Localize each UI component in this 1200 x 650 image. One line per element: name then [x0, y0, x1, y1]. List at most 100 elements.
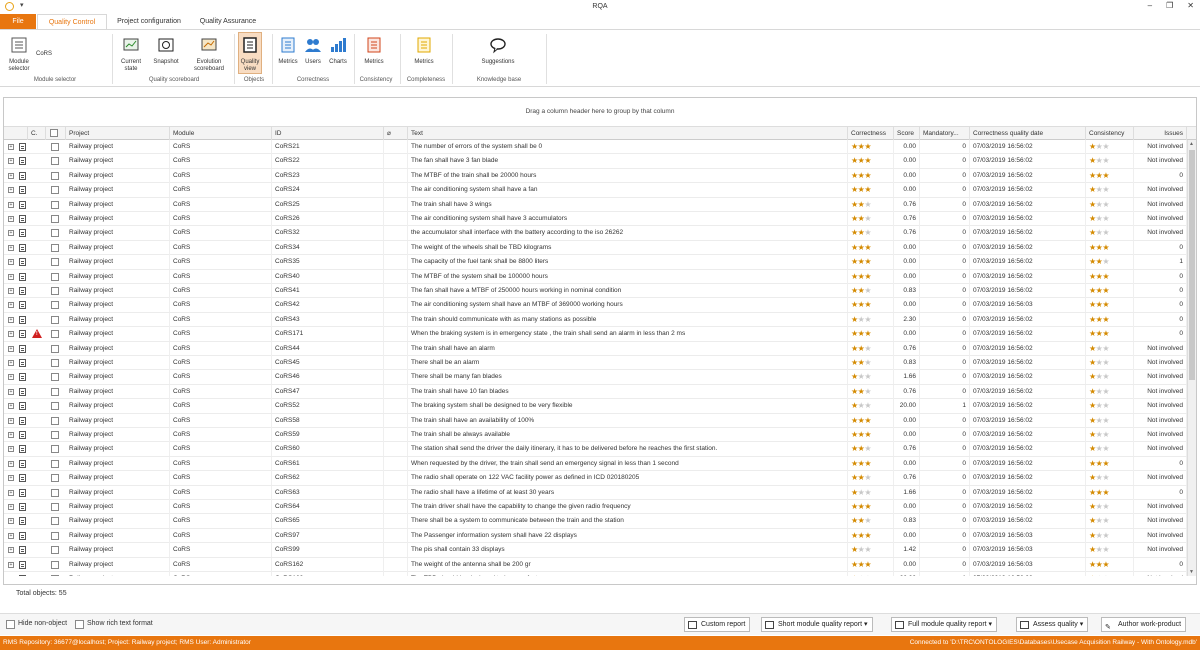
table-row[interactable]: + Railway project CoRS CoRS62 The radio shal…	[4, 471, 1187, 486]
expand-row-icon[interactable]: +	[8, 230, 14, 237]
expand-row-icon[interactable]: +	[8, 388, 14, 395]
row-checkbox[interactable]	[51, 575, 59, 576]
row-checkbox[interactable]	[51, 517, 59, 526]
table-row[interactable]: + Railway project CoRS CoRS21 The number of …	[4, 140, 1187, 155]
expand-row-icon[interactable]: +	[8, 561, 14, 568]
full-report-button[interactable]: Full module quality report ▾	[891, 617, 998, 632]
row-checkbox[interactable]	[51, 330, 59, 339]
expand-row-icon[interactable]: +	[8, 244, 14, 251]
table-row[interactable]: + Railway project CoRS CoRS35 The capacity o…	[4, 255, 1187, 270]
column-mandatory[interactable]: Mandatory...	[920, 127, 970, 140]
column-expand[interactable]	[4, 127, 28, 140]
table-row[interactable]: + Railway project CoRS CoRS26 The air condit…	[4, 212, 1187, 227]
column-id[interactable]: ID	[272, 127, 384, 140]
row-checkbox[interactable]	[51, 301, 59, 310]
tab-quality-control[interactable]: Quality Control	[37, 14, 107, 30]
expand-row-icon[interactable]: +	[8, 403, 14, 410]
table-row[interactable]: +! Railway project CoRS CoRS171 When the bra…	[4, 327, 1187, 342]
row-checkbox[interactable]	[51, 474, 59, 483]
table-row[interactable]: + Railway project CoRS CoRS23 The MTBF of th…	[4, 168, 1187, 184]
expand-row-icon[interactable]: +	[8, 374, 14, 381]
expand-row-icon[interactable]: +	[8, 446, 14, 453]
table-row[interactable]: + Railway project CoRS CoRS32 the accumulato…	[4, 226, 1187, 241]
table-row[interactable]: + Railway project CoRS CoRS99 The pis shall …	[4, 543, 1187, 558]
expand-row-icon[interactable]: +	[8, 489, 14, 496]
row-checkbox[interactable]	[51, 344, 59, 353]
column-issues[interactable]: Issues	[1134, 127, 1187, 140]
expand-row-icon[interactable]: +	[8, 432, 14, 438]
row-checkbox[interactable]	[51, 258, 59, 267]
tab-quality-assurance[interactable]: Quality Assurance	[194, 14, 262, 29]
evolution-scoreboard-button[interactable]: Evolution scoreboard	[188, 36, 230, 73]
table-row[interactable]: + Railway project CoRS CoRS65 There shall be…	[4, 514, 1187, 529]
table-row[interactable]: + Railway project CoRS CoRS52 The braking sy…	[4, 399, 1187, 414]
restore-icon[interactable]: ❐	[1166, 1, 1173, 10]
table-row[interactable]: + Railway project CoRS CoRS22 The fan shall …	[4, 154, 1187, 169]
table-row[interactable]: + Railway project CoRS CoRS64 The train driv…	[4, 500, 1187, 515]
row-checkbox[interactable]	[51, 459, 59, 468]
expand-row-icon[interactable]: +	[8, 187, 14, 194]
expand-row-icon[interactable]: +	[8, 259, 14, 266]
row-checkbox[interactable]	[51, 445, 59, 454]
quality-view-button[interactable]: Quality view	[238, 32, 262, 74]
row-checkbox[interactable]	[51, 373, 59, 382]
expand-row-icon[interactable]: +	[8, 144, 14, 150]
row-checkbox[interactable]	[51, 243, 59, 252]
expand-row-icon[interactable]: +	[8, 216, 14, 222]
expand-row-icon[interactable]: +	[8, 460, 14, 467]
consistency-metrics-button[interactable]: Metrics	[362, 36, 386, 66]
rich-text-checkbox[interactable]	[75, 620, 84, 629]
table-row[interactable]: + Railway project CoRS CoRS25 The train shal…	[4, 197, 1187, 212]
tab-project-configuration[interactable]: Project configuration	[110, 14, 188, 29]
row-checkbox[interactable]	[51, 272, 59, 281]
row-checkbox[interactable]	[51, 546, 59, 555]
row-checkbox[interactable]	[51, 157, 59, 166]
group-by-panel[interactable]: Drag a column header here to group by th…	[4, 98, 1196, 126]
column-select[interactable]	[46, 127, 66, 140]
minimize-icon[interactable]: –	[1148, 1, 1152, 10]
author-work-product-button[interactable]: ✎ Author work-product	[1101, 617, 1187, 632]
expand-row-icon[interactable]: +	[8, 360, 14, 366]
table-row[interactable]: +Railway projectCoRSCoRS163The TBD shoul…	[4, 572, 1187, 576]
correctness-users-button[interactable]: Users	[302, 36, 324, 66]
row-checkbox[interactable]	[51, 488, 59, 497]
row-checkbox[interactable]	[51, 560, 59, 569]
tab-file[interactable]: File	[0, 14, 36, 29]
expand-row-icon[interactable]: +	[8, 504, 14, 510]
column-score[interactable]: Score	[894, 127, 920, 140]
row-checkbox[interactable]	[51, 287, 59, 295]
table-row[interactable]: + Railway project CoRS CoRS40 The MTBF of th…	[4, 269, 1187, 284]
close-icon[interactable]: ✕	[1187, 1, 1194, 10]
table-row[interactable]: + Railway project CoRS CoRS47 The train shal…	[4, 384, 1187, 400]
module-selector-button[interactable]: Module selector	[4, 36, 34, 73]
row-checkbox[interactable]	[51, 503, 59, 511]
scroll-up-icon[interactable]: ▲	[1189, 141, 1194, 147]
expand-row-icon[interactable]: +	[8, 273, 14, 280]
expand-row-icon[interactable]: +	[8, 201, 14, 208]
hide-non-object-checkbox[interactable]	[6, 620, 15, 629]
column-module[interactable]: Module	[170, 127, 272, 140]
table-row[interactable]: + Railway project CoRS CoRS34 The weight of …	[4, 240, 1187, 256]
assess-quality-button[interactable]: Assess quality ▾	[1016, 617, 1089, 632]
column-c[interactable]: C.	[28, 127, 46, 140]
table-row[interactable]: + Railway project CoRS CoRS24 The air condit…	[4, 183, 1187, 198]
expand-row-icon[interactable]: +	[8, 316, 14, 323]
custom-report-button[interactable]: Custom report	[684, 617, 751, 632]
table-row[interactable]: + Railway project CoRS CoRS46 There shall be…	[4, 370, 1187, 385]
completeness-metrics-button[interactable]: Metrics	[412, 36, 436, 66]
row-checkbox[interactable]	[51, 171, 59, 180]
column-consistency[interactable]: Consistency	[1086, 127, 1134, 140]
table-row[interactable]: + Railway project CoRS CoRS59 The train shal…	[4, 428, 1187, 443]
row-checkbox[interactable]	[51, 186, 59, 195]
column-project[interactable]: Project	[66, 127, 170, 140]
expand-row-icon[interactable]: +	[8, 532, 14, 539]
table-row[interactable]: + Railway project CoRS CoRS42 The air condit…	[4, 298, 1187, 313]
column-correctness-date[interactable]: Correctness quality date	[970, 127, 1086, 140]
module-value[interactable]: CoRS	[36, 51, 56, 58]
column-correctness[interactable]: Correctness	[848, 127, 894, 140]
expand-row-icon[interactable]: +	[8, 331, 14, 338]
expand-row-icon[interactable]: +	[8, 518, 14, 525]
correctness-charts-button[interactable]: Charts	[326, 36, 350, 66]
expand-row-icon[interactable]: +	[8, 288, 14, 294]
column-text[interactable]: Text	[408, 127, 848, 140]
